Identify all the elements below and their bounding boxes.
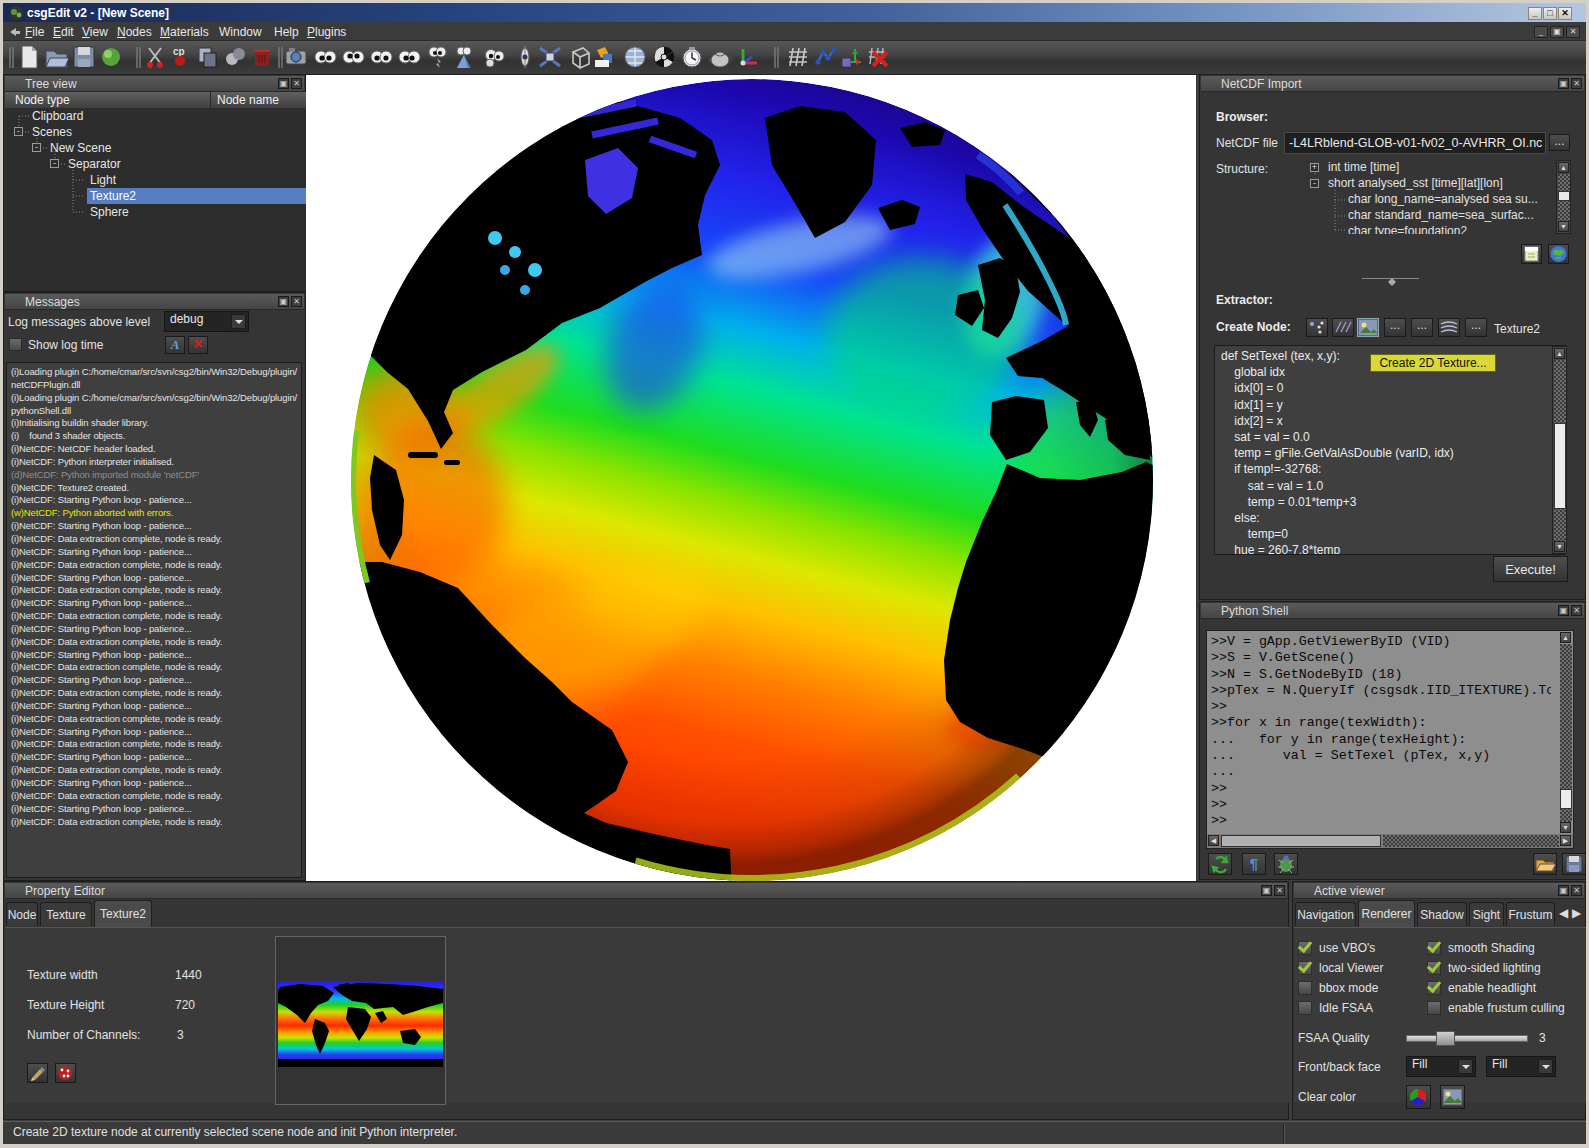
svg-text:cp: cp bbox=[173, 46, 185, 57]
